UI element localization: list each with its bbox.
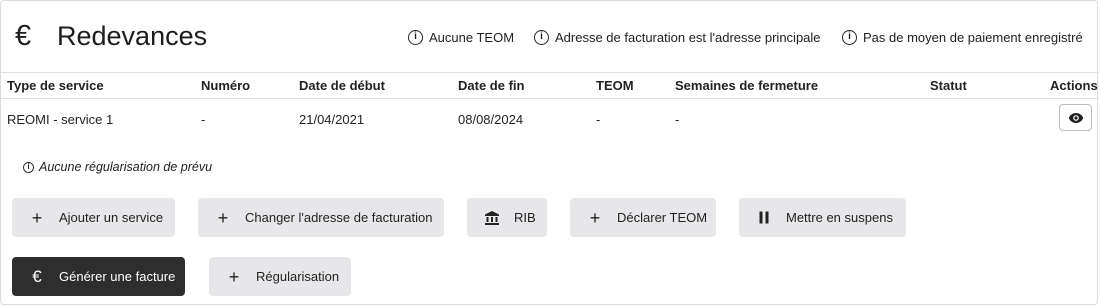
view-button[interactable] xyxy=(1059,104,1092,131)
change-billing-address-button[interactable]: + Changer l'adresse de facturation xyxy=(198,198,444,237)
redevances-card: € Redevances i Aucune TEOM i Adresse de … xyxy=(0,0,1099,305)
suspend-button[interactable]: Mettre en suspens xyxy=(739,198,906,237)
eye-icon xyxy=(1068,112,1083,123)
info-teom-text: Aucune TEOM xyxy=(429,29,515,45)
declare-teom-button[interactable]: + Déclarer TEOM xyxy=(570,198,716,237)
info-payment-method-text: Pas de moyen de paiement enregistré xyxy=(863,29,1083,45)
regularisation-button[interactable]: + Régularisation xyxy=(209,257,351,296)
info-billing-address-text: Adresse de facturation est l'adresse pri… xyxy=(555,29,821,45)
divider xyxy=(1,72,1099,73)
euro-icon: € xyxy=(32,267,42,286)
change-billing-address-label: Changer l'adresse de facturation xyxy=(245,210,433,225)
pause-icon xyxy=(756,211,772,224)
cell-numero: - xyxy=(201,112,206,127)
plus-icon: + xyxy=(217,207,229,228)
column-header-teom: TEOM xyxy=(596,78,634,93)
regularisation-label: Régularisation xyxy=(256,269,340,284)
info-icon: i xyxy=(408,29,423,45)
plus-icon: + xyxy=(31,207,43,228)
column-header-date-fin: Date de fin xyxy=(458,78,525,93)
card-header: € Redevances i Aucune TEOM i Adresse de … xyxy=(1,1,1099,73)
column-header-statut: Statut xyxy=(930,78,967,93)
cell-teom: - xyxy=(596,112,601,127)
add-service-label: Ajouter un service xyxy=(59,210,164,225)
plus-icon: + xyxy=(228,266,240,287)
column-header-actions: Actions xyxy=(1050,78,1098,93)
column-header-semaines: Semaines de fermeture xyxy=(675,78,819,93)
plus-icon: + xyxy=(589,207,601,228)
rib-button[interactable]: RIB xyxy=(467,198,547,237)
regularisation-note-text: Aucune régularisation de prévu xyxy=(39,160,213,174)
column-header-date-debut: Date de début xyxy=(299,78,385,93)
cell-date-debut: 21/04/2021 xyxy=(299,112,365,127)
generate-invoice-label: Générer une facture xyxy=(59,269,176,284)
column-header-numero: Numéro xyxy=(201,78,251,93)
rib-label: RIB xyxy=(514,210,536,225)
declare-teom-label: Déclarer TEOM xyxy=(617,210,708,225)
divider xyxy=(1,98,1099,99)
column-header-type: Type de service xyxy=(7,78,104,93)
cell-date-fin: 08/08/2024 xyxy=(458,112,524,127)
info-teom: i Aucune TEOM xyxy=(408,28,514,46)
cell-semaines: - xyxy=(675,112,680,127)
suspend-label: Mettre en suspens xyxy=(786,210,893,225)
cell-type: REOMI - service 1 xyxy=(7,112,114,127)
euro-icon: € xyxy=(15,20,32,52)
info-icon: i xyxy=(842,29,857,45)
regularisation-note: i Aucune régularisation de prévu xyxy=(23,160,212,174)
info-payment-method: i Pas de moyen de paiement enregistré xyxy=(842,28,1083,46)
info-icon: i xyxy=(23,161,34,173)
info-billing-address: i Adresse de facturation est l'adresse p… xyxy=(534,28,821,46)
generate-invoice-button[interactable]: € Générer une facture xyxy=(12,257,185,296)
info-icon: i xyxy=(534,29,549,45)
page-title: Redevances xyxy=(57,21,208,51)
add-service-button[interactable]: + Ajouter un service xyxy=(12,198,175,237)
bank-icon xyxy=(484,210,500,226)
